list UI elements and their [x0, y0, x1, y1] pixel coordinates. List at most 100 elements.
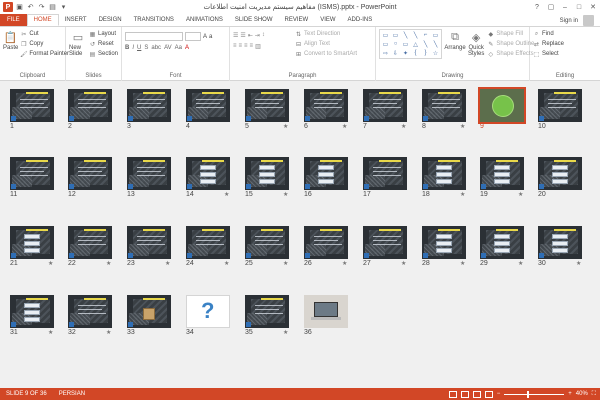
- transition-star-icon[interactable]: ★: [106, 260, 111, 267]
- layout-button[interactable]: ▦ Layout: [89, 29, 118, 39]
- save-icon[interactable]: ▣: [15, 3, 24, 12]
- slide-thumbnail[interactable]: 32 ★: [68, 295, 112, 337]
- justify-icon[interactable]: ≡: [250, 43, 254, 50]
- redo-icon[interactable]: ↷: [37, 3, 46, 12]
- slide-thumbnail[interactable]: 22 ★: [68, 226, 112, 268]
- slide-thumbnail[interactable]: 27 ★: [363, 226, 407, 268]
- slide-thumbnail[interactable]: 29 ★: [480, 226, 524, 268]
- arrange-button[interactable]: ⧉ Arrange: [444, 29, 465, 59]
- slide-thumbnail[interactable]: 33: [127, 295, 171, 337]
- transition-star-icon[interactable]: ★: [48, 329, 53, 336]
- slideshow-view-icon[interactable]: [484, 390, 493, 398]
- slide-thumbnail[interactable]: ? 34: [186, 295, 230, 337]
- slide-thumbnail[interactable]: 20: [538, 157, 582, 199]
- transition-star-icon[interactable]: ★: [342, 260, 347, 267]
- font-size-combobox[interactable]: [185, 32, 201, 41]
- close-button[interactable]: ✕: [586, 0, 600, 14]
- transition-star-icon[interactable]: ★: [165, 260, 170, 267]
- tab-home[interactable]: HOME: [26, 14, 59, 26]
- grow-font-icon[interactable]: A: [203, 32, 207, 42]
- font-color-button[interactable]: A: [185, 45, 189, 51]
- transition-star-icon[interactable]: ★: [460, 123, 465, 130]
- slide-thumbnail[interactable]: 5 ★: [245, 89, 289, 131]
- slide-thumbnail[interactable]: 23 ★: [127, 226, 171, 268]
- find-button[interactable]: ⌕ Find: [533, 29, 597, 39]
- slide-thumbnail[interactable]: 26 ★: [304, 226, 348, 268]
- start-slideshow-icon[interactable]: ▤: [48, 3, 57, 12]
- tab-view[interactable]: VIEW: [314, 14, 341, 26]
- columns-icon[interactable]: ▥: [255, 43, 261, 50]
- zoom-in-button[interactable]: +: [568, 391, 572, 397]
- slide-thumbnail[interactable]: 6 ★: [304, 89, 348, 131]
- shapes-gallery[interactable]: ▭ ▭ ╲ ╲ ⌐ ▭ ▭ ○ ▭ △ ╲ ╲ ⇨ ⇩ ✦ { } ☆: [379, 29, 442, 59]
- customize-qat-icon[interactable]: ▾: [59, 3, 68, 12]
- slide-thumbnail[interactable]: 12: [68, 157, 112, 199]
- transition-star-icon[interactable]: ★: [283, 329, 288, 336]
- underline-button[interactable]: U: [137, 45, 141, 51]
- numbering-icon[interactable]: ☰: [240, 32, 245, 39]
- slide-thumbnail[interactable]: 30 ★: [538, 226, 582, 268]
- slide-thumbnail[interactable]: 28 ★: [422, 226, 466, 268]
- normal-view-icon[interactable]: [448, 390, 457, 398]
- select-button[interactable]: ⬚ Select: [533, 49, 597, 59]
- copy-button[interactable]: ❐ Copy: [20, 39, 69, 49]
- align-center-icon[interactable]: ≡: [239, 43, 243, 50]
- slide-thumbnail[interactable]: 1: [10, 89, 54, 131]
- paste-button[interactable]: 📋 Paste: [3, 29, 18, 59]
- transition-star-icon[interactable]: ★: [460, 191, 465, 198]
- help-button[interactable]: ?: [530, 0, 544, 14]
- reading-view-icon[interactable]: [472, 390, 481, 398]
- language-indicator[interactable]: PERSIAN: [53, 391, 91, 397]
- align-left-icon[interactable]: ≡: [233, 43, 237, 50]
- slide-thumbnail[interactable]: 10: [538, 89, 582, 131]
- shape-effects-button[interactable]: ◇ Shape Effects: [487, 49, 534, 59]
- transition-star-icon[interactable]: ★: [224, 191, 229, 198]
- fit-to-window-icon[interactable]: ⛶: [592, 391, 596, 398]
- sign-in-link[interactable]: Sign in: [560, 14, 578, 27]
- increase-indent-icon[interactable]: ⇥: [255, 32, 260, 39]
- strikethrough-button[interactable]: abc: [151, 45, 161, 51]
- line-spacing-icon[interactable]: ↕: [262, 32, 265, 39]
- align-right-icon[interactable]: ≡: [244, 43, 248, 50]
- decrease-indent-icon[interactable]: ⇤: [248, 32, 253, 39]
- tab-review[interactable]: REVIEW: [279, 14, 315, 26]
- slide-thumbnail[interactable]: 35 ★: [245, 295, 289, 337]
- transition-star-icon[interactable]: ★: [283, 191, 288, 198]
- transition-star-icon[interactable]: ★: [48, 260, 53, 267]
- slide-thumbnail[interactable]: 21 ★: [10, 226, 54, 268]
- transition-star-icon[interactable]: ★: [460, 260, 465, 267]
- tab-file[interactable]: FILE: [0, 14, 27, 26]
- slide-thumbnail[interactable]: 3: [127, 89, 171, 131]
- transition-star-icon[interactable]: ★: [401, 260, 406, 267]
- bold-button[interactable]: B: [125, 45, 129, 51]
- shape-fill-button[interactable]: ◆ Shape Fill: [487, 29, 534, 39]
- tab-slide-show[interactable]: SLIDE SHOW: [229, 14, 279, 26]
- transition-star-icon[interactable]: ★: [342, 123, 347, 130]
- zoom-slider-thumb[interactable]: [527, 390, 530, 398]
- reset-button[interactable]: ↺ Reset: [89, 39, 118, 49]
- slide-thumbnail[interactable]: 16: [304, 157, 348, 199]
- change-case-button[interactable]: Aa: [175, 45, 182, 51]
- new-slide-button[interactable]: ▭ New Slide: [69, 29, 87, 59]
- slide-sorter-view-icon[interactable]: [460, 390, 469, 398]
- avatar[interactable]: [583, 15, 594, 26]
- slide-thumbnail[interactable]: 4: [186, 89, 230, 131]
- slide-thumbnail[interactable]: 17: [363, 157, 407, 199]
- zoom-slider[interactable]: [504, 390, 565, 398]
- transition-star-icon[interactable]: ★: [106, 329, 111, 336]
- zoom-level[interactable]: 40%: [576, 391, 588, 397]
- slide-sorter[interactable]: 1 2 3 4 5 ★ 6 ★ 7 ★ 8 ★ 9 10 11 12 13 14 ★ 15 ★ 16 17 18 ★ 19 ★ 20 2…: [0, 81, 600, 388]
- tab-transitions[interactable]: TRANSITIONS: [128, 14, 180, 26]
- quick-styles-button[interactable]: ◈ Quick Styles: [468, 29, 484, 59]
- tab-design[interactable]: DESIGN: [93, 14, 128, 26]
- italic-button[interactable]: I: [132, 45, 134, 51]
- align-text-button[interactable]: ⊟ Align Text: [295, 39, 357, 49]
- transition-star-icon[interactable]: ★: [518, 260, 523, 267]
- slide-thumbnail[interactable]: 11: [10, 157, 54, 199]
- char-spacing-button[interactable]: AV: [164, 45, 172, 51]
- slide-thumbnail[interactable]: 14 ★: [186, 157, 230, 199]
- transition-star-icon[interactable]: ★: [518, 191, 523, 198]
- replace-button[interactable]: ⇄ Replace: [533, 39, 597, 49]
- slide-thumbnail[interactable]: 2: [68, 89, 112, 131]
- slide-thumbnail[interactable]: 31 ★: [10, 295, 54, 337]
